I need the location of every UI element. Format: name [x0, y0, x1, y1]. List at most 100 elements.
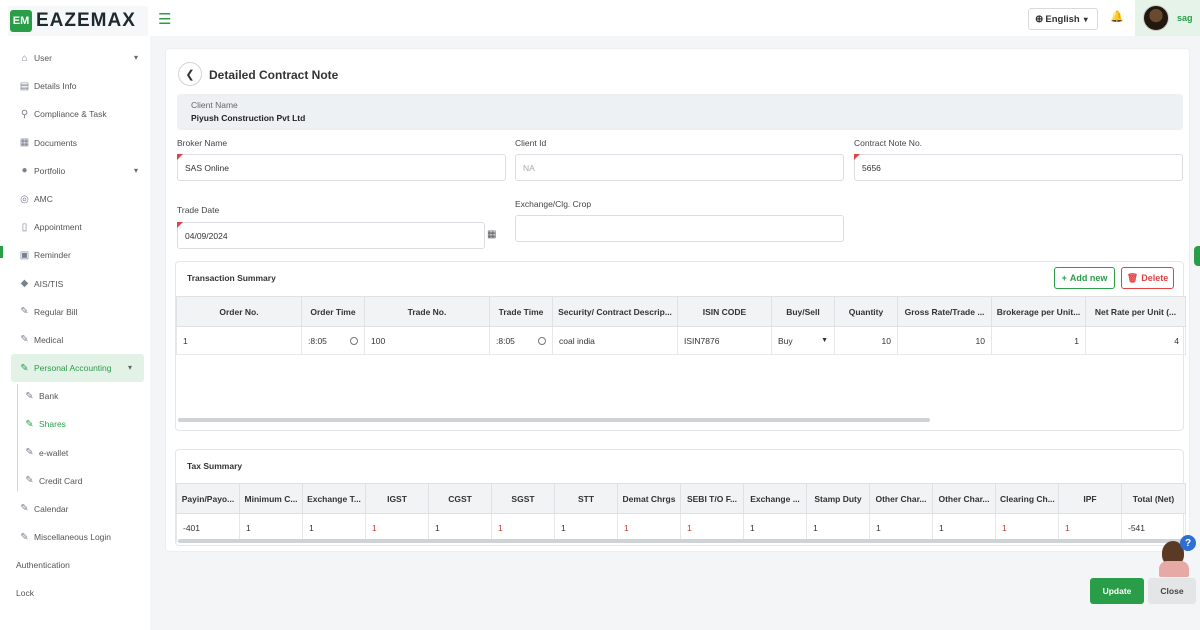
- column-header[interactable]: IPF: [1058, 483, 1122, 514]
- column-header[interactable]: Minimum C...: [239, 483, 303, 514]
- sidebar-subitem-shares[interactable]: ✎ Shares: [0, 410, 150, 438]
- column-header[interactable]: Stamp Duty: [806, 483, 870, 514]
- stamp-duty-cell[interactable]: 1: [806, 513, 870, 542]
- sidebar-item-portfolio[interactable]: ● Portfolio ▾: [0, 157, 150, 185]
- sebi-fee-cell[interactable]: 1: [680, 513, 744, 542]
- close-button[interactable]: Close: [1148, 578, 1196, 604]
- column-header[interactable]: Exchange T...: [302, 483, 366, 514]
- sidebar-subitem-bank[interactable]: ✎ Bank: [0, 382, 150, 410]
- calendar-icon[interactable]: ▦: [487, 229, 496, 240]
- back-button[interactable]: ❮: [178, 62, 202, 86]
- sidebar-item-compliance[interactable]: ⚲ Compliance & Task: [0, 100, 150, 128]
- quantity-cell[interactable]: 10: [834, 326, 898, 355]
- other-charges-2-cell[interactable]: 1: [932, 513, 996, 542]
- column-header[interactable]: Quantity: [834, 296, 898, 327]
- trade-no-cell[interactable]: 100: [364, 326, 490, 355]
- column-header[interactable]: Other Char...: [869, 483, 933, 514]
- sidebar-item-medical[interactable]: ✎ Medical: [0, 326, 150, 354]
- payin-payout-cell[interactable]: -401: [176, 513, 240, 542]
- user-menu[interactable]: sag: [1135, 0, 1200, 36]
- isin-code-cell[interactable]: ISIN7876: [677, 326, 772, 355]
- buy-sell-select[interactable]: Buy ▼: [771, 326, 835, 355]
- add-new-button[interactable]: + Add new: [1054, 267, 1115, 289]
- column-header[interactable]: Payin/Payo...: [176, 483, 240, 514]
- igst-cell[interactable]: 1: [365, 513, 429, 542]
- column-header[interactable]: Brokerage per Unit...: [991, 296, 1086, 327]
- clearing-charges-cell[interactable]: 1: [995, 513, 1059, 542]
- order-no-cell[interactable]: 1: [176, 326, 302, 355]
- demat-charges-cell[interactable]: 1: [617, 513, 681, 542]
- sidebar-subitem-e-wallet[interactable]: ✎ e-wallet: [0, 438, 150, 466]
- column-header[interactable]: STT: [554, 483, 618, 514]
- sidebar-item-amc[interactable]: ◎ AMC: [0, 185, 150, 213]
- column-header[interactable]: IGST: [365, 483, 429, 514]
- sidebar-item-authentication[interactable]: Authentication: [0, 551, 150, 579]
- exchange-field[interactable]: [515, 215, 844, 242]
- column-header[interactable]: Net Rate per Unit (...: [1085, 296, 1186, 327]
- horizontal-scrollbar[interactable]: [178, 539, 1182, 543]
- other-charges-1-cell[interactable]: 1: [869, 513, 933, 542]
- side-panel-tab[interactable]: [1194, 246, 1200, 266]
- exchange-turnover-cell[interactable]: 1: [302, 513, 366, 542]
- column-header[interactable]: ISIN CODE: [677, 296, 772, 327]
- client-id-field[interactable]: NA: [515, 154, 844, 181]
- sidebar-subitem-credit-card[interactable]: ✎ Credit Card: [0, 467, 150, 495]
- update-button[interactable]: Update: [1090, 578, 1144, 604]
- sidebar-item-regular-bill[interactable]: ✎ Regular Bill: [0, 298, 150, 326]
- sidebar-item-details-info[interactable]: ▤ Details Info: [0, 72, 150, 100]
- column-header[interactable]: SGST: [491, 483, 555, 514]
- order-time-cell[interactable]: :8:05: [301, 326, 365, 355]
- tax-header-row: Payin/Payo... Minimum C... Exchange T...…: [176, 483, 1186, 514]
- trade-time-cell[interactable]: :8:05: [489, 326, 553, 355]
- column-header[interactable]: Order No.: [176, 296, 302, 327]
- contract-note-field[interactable]: 5656: [854, 154, 1183, 181]
- horizontal-scrollbar[interactable]: [178, 418, 930, 422]
- contract-note-card: ❮ Detailed Contract Note Client Name Piy…: [165, 48, 1190, 552]
- trade-date-label: Trade Date: [177, 205, 220, 215]
- brokerage-cell[interactable]: 1: [991, 326, 1086, 355]
- column-header[interactable]: Buy/Sell: [771, 296, 835, 327]
- exchange-charge-cell[interactable]: 1: [743, 513, 807, 542]
- column-header[interactable]: Demat Chrgs: [617, 483, 681, 514]
- ipf-cell[interactable]: 1: [1058, 513, 1122, 542]
- delete-button[interactable]: 🗑 Delete: [1121, 267, 1174, 289]
- clock-icon[interactable]: [350, 336, 358, 345]
- column-header[interactable]: SEBI T/O F...: [680, 483, 744, 514]
- clock-icon[interactable]: [538, 336, 546, 345]
- sidebar-item-calendar[interactable]: ✎ Calendar: [0, 495, 150, 523]
- minimum-charge-cell[interactable]: 1: [239, 513, 303, 542]
- sgst-cell[interactable]: 1: [491, 513, 555, 542]
- sidebar-item-lock[interactable]: Lock: [0, 579, 150, 607]
- column-header[interactable]: Other Char...: [932, 483, 996, 514]
- hamburger-menu-icon[interactable]: ☰: [158, 10, 171, 28]
- compliance-icon: ⚲: [20, 108, 29, 120]
- gross-rate-cell[interactable]: 10: [897, 326, 992, 355]
- column-header[interactable]: Trade No.: [364, 296, 490, 327]
- sidebar-item-documents[interactable]: ▦ Documents: [0, 129, 150, 157]
- sidebar-item-personal-accounting[interactable]: ✎ Personal Accounting ▾: [11, 354, 144, 383]
- cgst-cell[interactable]: 1: [428, 513, 492, 542]
- broker-name-field[interactable]: SAS Online: [177, 154, 506, 181]
- column-header[interactable]: Order Time: [301, 296, 365, 327]
- sidebar-item-misc-login[interactable]: ✎ Miscellaneous Login: [0, 523, 150, 551]
- sidebar-item-user[interactable]: ⌂ User ▾: [0, 44, 150, 72]
- column-header[interactable]: Trade Time: [489, 296, 553, 327]
- logo[interactable]: EM EAZEMAX: [8, 6, 148, 36]
- bell-icon[interactable]: 🔔: [1110, 10, 1124, 23]
- help-assistant[interactable]: ?: [1158, 535, 1196, 579]
- transaction-table: Order No. Order Time Trade No. Trade Tim…: [176, 296, 1186, 355]
- sidebar-item-appointment[interactable]: ▯ Appointment: [0, 213, 150, 241]
- column-header[interactable]: Gross Rate/Trade ...: [897, 296, 992, 327]
- column-header[interactable]: Total (Net): [1121, 483, 1186, 514]
- sidebar-item-ais-tis[interactable]: ◆ AIS/TIS: [0, 270, 150, 298]
- trade-date-field[interactable]: 04/09/2024: [177, 222, 485, 249]
- sidebar-item-reminder[interactable]: ▣ Reminder: [0, 241, 150, 269]
- stt-cell[interactable]: 1: [554, 513, 618, 542]
- language-select[interactable]: ⊕ English ▾: [1028, 8, 1098, 30]
- net-rate-cell[interactable]: 4: [1085, 326, 1186, 355]
- column-header[interactable]: Clearing Ch...: [995, 483, 1059, 514]
- column-header[interactable]: Security/ Contract Descrip...: [552, 296, 678, 327]
- security-cell[interactable]: coal india: [552, 326, 678, 355]
- column-header[interactable]: Exchange ...: [743, 483, 807, 514]
- column-header[interactable]: CGST: [428, 483, 492, 514]
